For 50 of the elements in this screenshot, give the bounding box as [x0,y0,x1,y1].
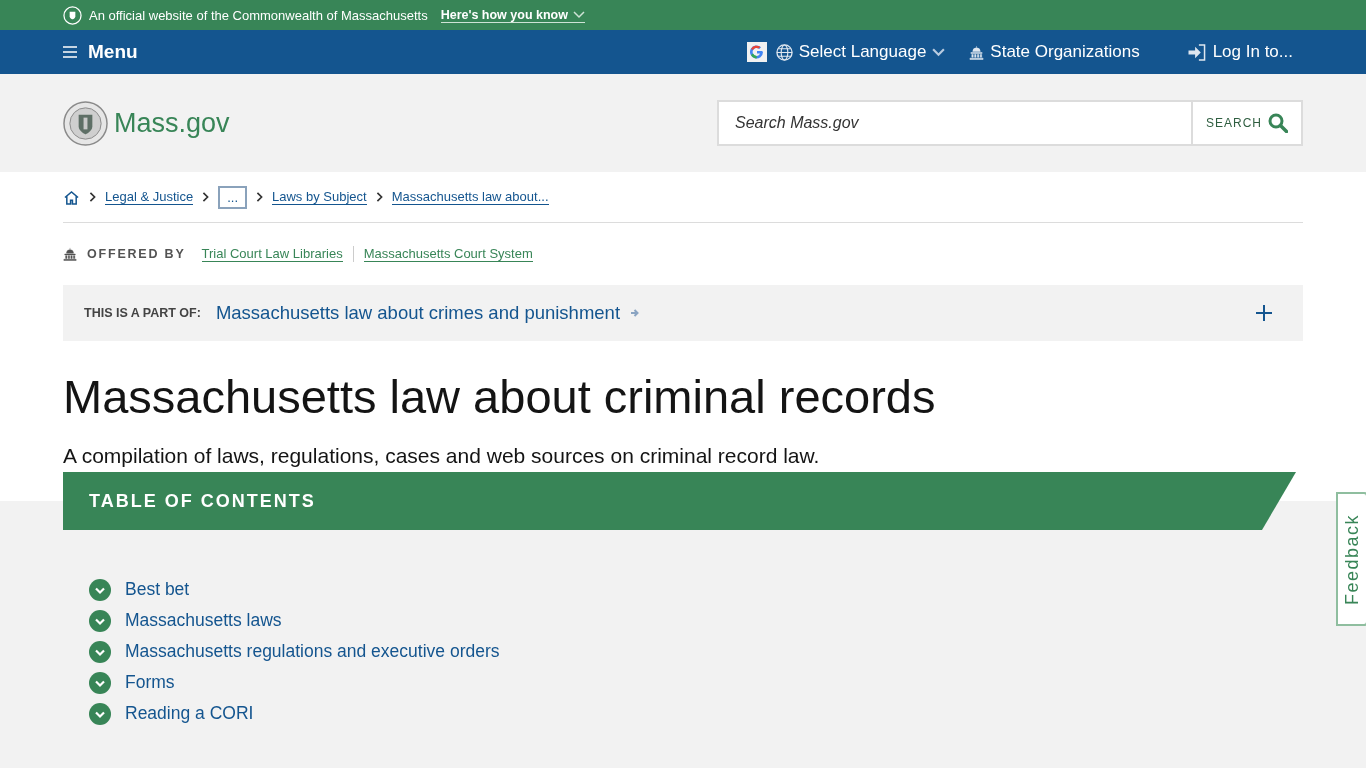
part-of-link[interactable]: Massachusetts law about crimes and punishment [215,302,621,324]
chevron-down-icon [89,671,111,694]
organization-link[interactable]: Massachusetts Court System [363,246,533,262]
login-icon [1186,43,1207,61]
chevron-down-icon [89,702,111,725]
page-description: A compilation of laws, regulations, cases and web sources on criminal record law. [63,443,821,469]
toc-link[interactable]: Reading a CORI [125,703,254,724]
arrow-icon [630,308,641,318]
seal-icon [63,5,82,25]
mass-gov-logo[interactable]: Mass.gov [63,100,230,146]
breadcrumb-link[interactable]: Laws by Subject [272,189,367,205]
official-website-notice: An official website of the Commonwealth of Massachusetts [89,7,428,23]
toc-link[interactable]: Best bet [125,579,190,600]
chevron-icon [932,47,946,57]
home-icon[interactable] [63,189,80,205]
toc-link[interactable]: Massachusetts laws [125,610,282,631]
chevron-icon [89,192,96,202]
how-you-know-link[interactable]: Here's how you know [440,7,585,23]
offered-by-label: OFFERED BY [87,247,186,261]
chevron-down-icon [89,609,111,632]
chevron-icon [202,192,210,202]
menu-icon [63,46,77,58]
chevron-icon [256,192,263,202]
more-breadcrumbs-button[interactable]: ... [218,185,247,209]
chevron-down-icon [89,578,111,601]
globe-icon [775,43,793,61]
seal-icon [63,100,108,146]
select-language-button[interactable]: Select Language [775,42,946,62]
feedback-tab[interactable]: Feedback [1336,492,1366,626]
chevron-down-icon [89,640,111,663]
table-of-contents-heading: TABLE OF CONTENTS [63,472,1296,530]
capitol-icon [969,44,985,60]
login-button[interactable]: Log In to... [1186,42,1293,62]
google-icon [746,42,767,62]
search-field[interactable]: Search Mass.gov [717,100,1191,146]
search-icon [1268,113,1288,133]
page-title: Massachusetts law about criminal records [63,369,937,424]
chevron-icon [572,10,585,19]
expand-button[interactable] [1255,304,1273,322]
organization-link[interactable]: Trial Court Law Libraries [201,246,343,262]
toc-link[interactable]: Forms [125,672,175,693]
state-organizations-button[interactable]: State Organizations [969,42,1140,62]
toc-link[interactable]: Massachusetts regulations and executive orders [125,641,500,662]
breadcrumb-link[interactable]: Legal & Justice [105,189,194,205]
menu-button[interactable]: Menu [63,41,138,63]
part-of-label: THIS IS A PART OF: [84,306,201,320]
search-button[interactable]: SEARCH [1191,100,1303,146]
chevron-icon [375,192,383,202]
capitol-icon [63,247,77,261]
breadcrumb-link[interactable]: Massachusetts law about... [391,189,549,205]
